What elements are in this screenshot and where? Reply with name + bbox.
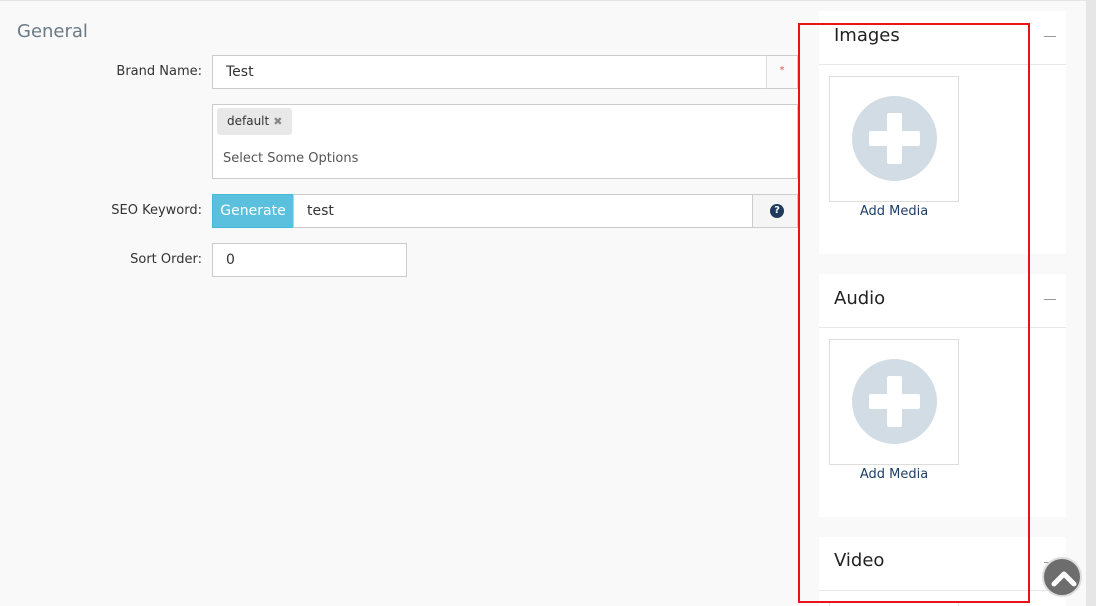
seo-keyword-input[interactable]: test bbox=[293, 194, 753, 228]
seo-keyword-label: SEO Keyword: bbox=[111, 203, 202, 218]
sort-order-value: 0 bbox=[226, 252, 235, 268]
collapse-icon[interactable] bbox=[1044, 36, 1056, 37]
highlight-box bbox=[798, 23, 1030, 603]
chevron-up-icon bbox=[1051, 571, 1077, 587]
sort-order-input[interactable]: 0 bbox=[212, 243, 407, 277]
brand-name-input[interactable]: Test bbox=[212, 55, 767, 89]
required-marker: * bbox=[766, 55, 798, 89]
multiselect-placeholder: Select Some Options bbox=[223, 151, 359, 166]
collapse-icon[interactable] bbox=[1044, 299, 1056, 300]
top-divider bbox=[0, 0, 1086, 1]
store-multiselect[interactable] bbox=[212, 104, 798, 179]
seo-keyword-value: test bbox=[307, 203, 334, 219]
remove-tag-icon[interactable]: ✖ bbox=[273, 115, 282, 128]
generate-button[interactable]: Generate bbox=[212, 194, 294, 228]
brand-name-value: Test bbox=[226, 64, 254, 80]
section-title: General bbox=[17, 21, 88, 42]
page-scrollbar[interactable] bbox=[1086, 0, 1096, 606]
help-icon[interactable]: ? bbox=[770, 204, 784, 218]
scroll-to-top-button[interactable] bbox=[1042, 557, 1082, 597]
help-addon[interactable]: ? bbox=[752, 194, 798, 228]
sort-order-label: Sort Order: bbox=[130, 252, 202, 267]
brand-name-label: Brand Name: bbox=[116, 64, 202, 79]
store-tag-label: default bbox=[227, 114, 270, 128]
store-tag-default: default ✖ bbox=[217, 108, 293, 135]
